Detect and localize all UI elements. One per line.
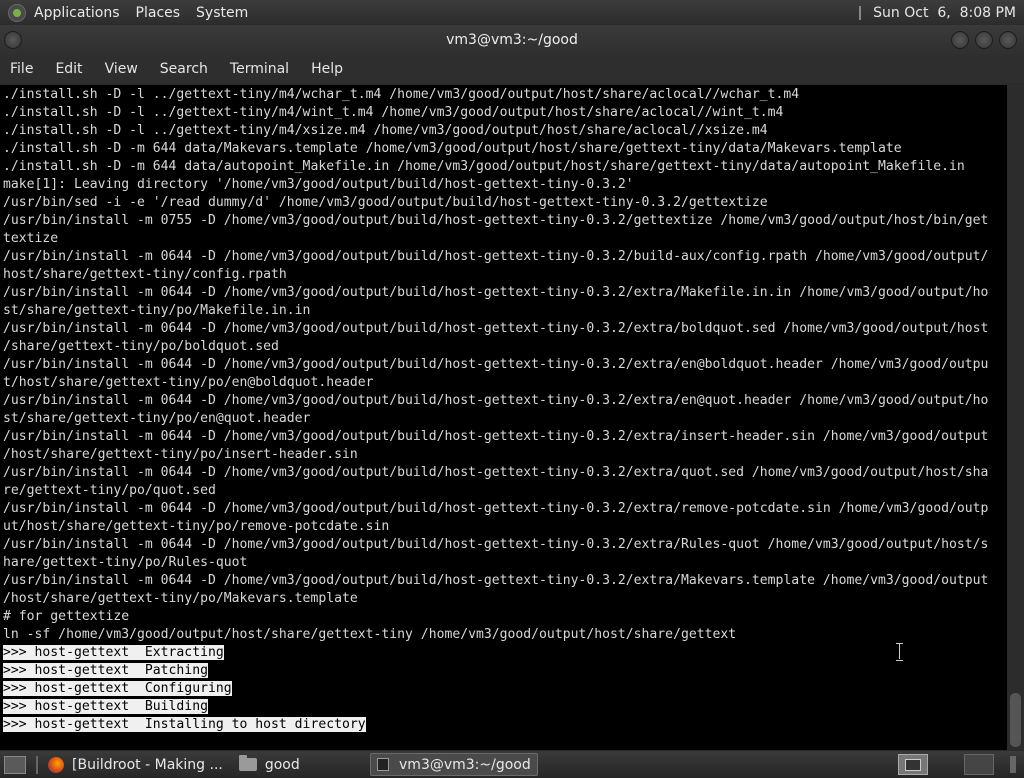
terminal-line: /usr/bin/install -m 0644 -D /home/vm3/go… <box>3 465 989 480</box>
terminal-scrollbar[interactable] <box>1007 85 1024 750</box>
terminal-line: ln -sf /home/vm3/good/output/host/share/… <box>3 627 737 642</box>
show-desktop-icon[interactable] <box>4 755 26 774</box>
system-menu[interactable]: System <box>196 5 248 21</box>
task-terminal[interactable]: vm3@vm3:~/good <box>369 753 538 776</box>
terminal-line: host/share/gettext-tiny/config.rpath <box>3 267 287 282</box>
highlighted-text: >>> host-gettext Configuring <box>3 681 232 696</box>
terminal-line: re/gettext-tiny/po/quot.sed <box>3 483 216 498</box>
menu-edit[interactable]: Edit <box>55 61 82 77</box>
terminal-line: ./install.sh -D -m 644 data/autopoint_Ma… <box>3 159 965 174</box>
terminal-line: /usr/bin/install -m 0644 -D /home/vm3/go… <box>3 321 989 336</box>
task-label: [Buildroot - Making ... <box>72 756 223 773</box>
terminal-line: /usr/bin/install -m 0644 -D /home/vm3/go… <box>3 501 989 516</box>
scrollbar-thumb[interactable] <box>1010 693 1021 747</box>
highlighted-text: >>> host-gettext Patching <box>3 663 208 678</box>
clock[interactable]: Sun Oct 6, 8:08 PM <box>873 5 1016 21</box>
terminal-line: /usr/bin/install -m 0644 -D /home/vm3/go… <box>3 429 989 444</box>
distro-logo-icon[interactable] <box>8 3 26 22</box>
task-label: vm3@vm3:~/good <box>399 756 531 773</box>
terminal-line-highlighted: >>> host-gettext Patching <box>3 662 1007 680</box>
terminal-line-highlighted: >>> host-gettext Building <box>3 698 1007 716</box>
taskbar-separator <box>36 755 38 774</box>
terminal-line: /usr/bin/install -m 0644 -D /home/vm3/go… <box>3 537 989 552</box>
folder-icon <box>238 755 257 771</box>
terminal-line: # for gettextize <box>3 609 130 624</box>
text-cursor-icon <box>894 642 906 661</box>
menu-help[interactable]: Help <box>311 61 343 77</box>
trash-icon[interactable] <box>1010 756 1016 773</box>
terminal-line: /usr/bin/install -m 0644 -D /home/vm3/go… <box>3 393 989 408</box>
terminal-line: /host/share/gettext-tiny/po/Makevars.tem… <box>3 591 358 606</box>
terminal-line: /usr/bin/sed -i -e '/read dummy/d' /home… <box>3 195 768 210</box>
terminal-line: ./install.sh -D -l ../gettext-tiny/m4/wi… <box>3 105 784 120</box>
maximize-button[interactable] <box>975 31 993 49</box>
terminal-line: ./install.sh -D -l ../gettext-tiny/m4/wc… <box>3 87 800 102</box>
task-firefox[interactable]: [Buildroot - Making ... <box>42 753 229 776</box>
highlighted-text: >>> host-gettext Extracting <box>3 645 224 660</box>
terminal-line: /usr/bin/install -m 0644 -D /home/vm3/go… <box>3 249 989 264</box>
terminal-line: /usr/bin/install -m 0644 -D /home/vm3/go… <box>3 357 989 372</box>
clock-area: Sun Oct 6, 8:08 PM <box>859 0 1024 25</box>
task-label: good <box>264 756 300 773</box>
places-menu[interactable]: Places <box>136 5 181 21</box>
terminal-line: t/host/share/gettext-tiny/po/en@boldquot… <box>3 375 374 390</box>
panel-separator <box>859 5 862 20</box>
taskbar: [Buildroot - Making ... good vm3@vm3:~/g… <box>0 751 1024 778</box>
terminal-line: make[1]: Leaving directory '/home/vm3/go… <box>3 177 634 192</box>
terminal-line: /usr/bin/install -m 0755 -D /home/vm3/go… <box>3 213 989 228</box>
menubar: File Edit View Search Terminal Help <box>0 55 1024 83</box>
menu-search[interactable]: Search <box>160 61 208 77</box>
highlighted-text: >>> host-gettext Installing to host dire… <box>3 717 366 732</box>
terminal-line: ./install.sh -D -m 644 data/Makevars.tem… <box>3 141 902 156</box>
terminal-line: /usr/bin/install -m 0644 -D /home/vm3/go… <box>3 573 989 588</box>
terminal-line: /host/share/gettext-tiny/po/insert-heade… <box>3 447 358 462</box>
terminal-line: /share/gettext-tiny/po/boldquot.sed <box>3 339 279 354</box>
menu-view[interactable]: View <box>105 61 138 77</box>
highlighted-text: >>> host-gettext Building <box>3 699 208 714</box>
menu-terminal[interactable]: Terminal <box>230 61 289 77</box>
minimize-button[interactable] <box>951 31 969 49</box>
window-title: vm3@vm3:~/good <box>446 32 578 48</box>
terminal-line-highlighted: >>> host-gettext Extracting <box>3 644 1007 662</box>
task-file-manager[interactable]: good <box>233 753 306 776</box>
terminal-line: ut/host/share/gettext-tiny/po/remove-pot… <box>3 519 390 534</box>
window-titlebar[interactable]: vm3@vm3:~/good <box>0 25 1024 55</box>
terminal-line: st/share/gettext-tiny/po/en@quot.header <box>3 411 311 426</box>
workspace-switcher-1[interactable] <box>898 754 928 775</box>
firefox-icon <box>48 756 64 773</box>
terminal-line: st/share/gettext-tiny/po/Makefile.in.in <box>3 303 311 318</box>
terminal-line: ./install.sh -D -l ../gettext-tiny/m4/xs… <box>3 123 768 138</box>
terminal-line-highlighted: >>> host-gettext Configuring <box>3 680 1007 698</box>
top-panel: Applications Places System Sun Oct 6, 8:… <box>0 0 1024 25</box>
window-menu-icon[interactable] <box>4 31 22 49</box>
terminal-line: hare/gettext-tiny/po/Rules-quot <box>3 555 248 570</box>
terminal-output[interactable]: ./install.sh -D -l ../gettext-tiny/m4/wc… <box>0 85 1007 750</box>
terminal-line: textize <box>3 231 59 246</box>
terminal-line: /usr/bin/install -m 0644 -D /home/vm3/go… <box>3 285 989 300</box>
applications-menu[interactable]: Applications <box>34 5 120 21</box>
menu-file[interactable]: File <box>10 61 33 77</box>
terminal-icon <box>376 758 390 771</box>
close-button[interactable] <box>999 31 1017 49</box>
workspace-switcher-2[interactable] <box>964 754 994 775</box>
terminal-line-highlighted: >>> host-gettext Installing to host dire… <box>3 716 1007 734</box>
